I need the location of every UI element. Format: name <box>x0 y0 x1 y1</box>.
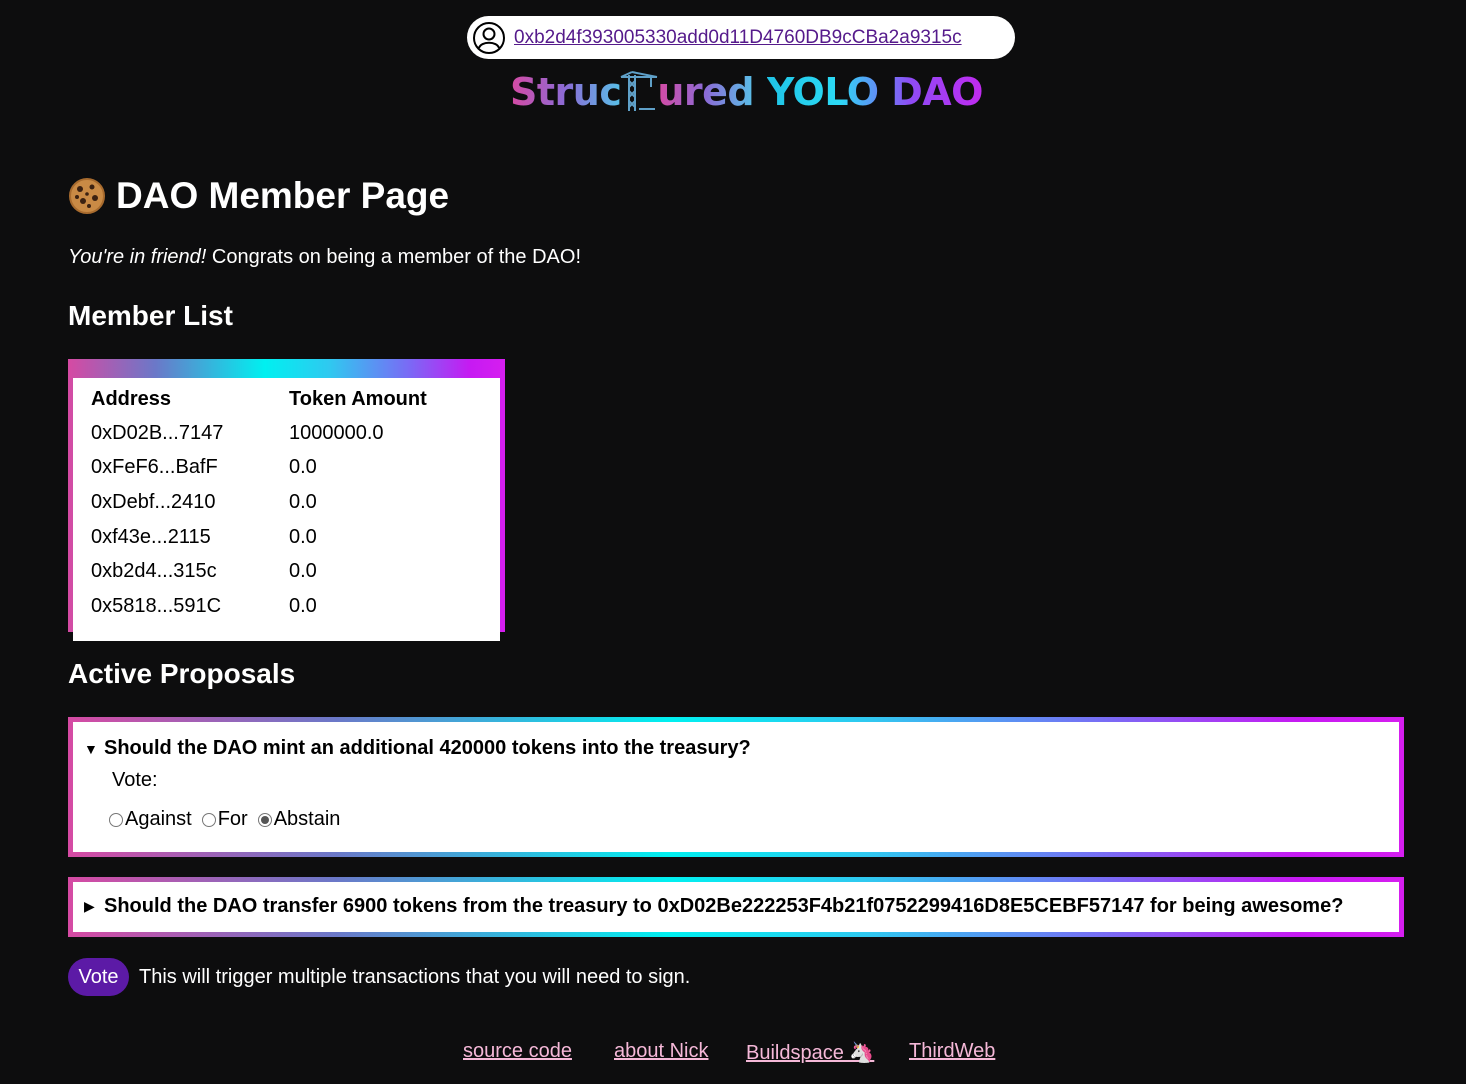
user-avatar-icon <box>472 21 506 55</box>
option-against[interactable]: Against <box>109 808 192 831</box>
option-for-label: For <box>217 808 248 830</box>
table-row: 0xDebf...2410 0.0 <box>87 485 485 520</box>
vote-label: Vote: <box>112 769 158 791</box>
proposal-title-1: Should the DAO mint an additional 420000… <box>104 737 751 759</box>
member-token-amount: 0.0 <box>289 456 317 479</box>
wallet-pill[interactable]: 0xb2d4f393005330add0d11D4760DB9cCBa2a931… <box>467 16 1015 59</box>
footer-link-about-nick[interactable]: about Nick <box>614 1040 709 1063</box>
member-table-header: Address Token Amount <box>87 378 485 416</box>
member-token-amount: 0.0 <box>289 594 317 617</box>
proposal-title-2: Should the DAO transfer 6900 tokens from… <box>104 895 1344 917</box>
member-list-heading: Member List <box>68 300 233 331</box>
cookie-icon <box>68 177 106 215</box>
member-list-card: Address Token Amount 0xD02B...7147 10000… <box>68 359 505 641</box>
option-abstain[interactable]: Abstain <box>257 808 341 831</box>
column-header-token-amount: Token Amount <box>289 387 427 410</box>
intro-emphasis: You're in friend! <box>68 246 207 268</box>
intro-text: You're in friend! Congrats on being a me… <box>68 246 581 269</box>
table-row: 0xD02B...7147 1000000.0 <box>87 416 485 451</box>
member-address: 0x5818...591C <box>91 594 222 617</box>
member-token-amount: 0.0 <box>289 560 317 583</box>
proposal-card-1: ▼ Should the DAO mint an additional 4200… <box>68 717 1404 857</box>
member-token-amount: 0.0 <box>289 490 317 513</box>
table-row: 0xb2d4...315c 0.0 <box>87 554 485 589</box>
vote-options: Against For Abstain <box>109 808 1399 831</box>
radio-abstain[interactable] <box>257 812 272 827</box>
member-token-amount: 1000000.0 <box>289 421 384 444</box>
footer-link-thirdweb[interactable]: ThirdWeb <box>909 1040 995 1063</box>
site-logo: Struc ured YOLO DAO <box>510 68 984 116</box>
table-row: 0x5818...591C 0.0 <box>87 589 485 624</box>
wallet-address-link[interactable]: 0xb2d4f393005330add0d11D4760DB9cCBa2a931… <box>514 27 962 49</box>
crane-icon <box>619 71 659 113</box>
triangle-down-icon: ▼ <box>84 740 98 757</box>
active-proposals-heading: Active Proposals <box>68 658 296 689</box>
page-title: DAO Member Page <box>68 172 449 220</box>
footer-link-source-code[interactable]: source code <box>463 1040 572 1063</box>
page-title-text: DAO Member Page <box>116 175 450 216</box>
member-address: 0xb2d4...315c <box>91 560 217 583</box>
radio-for[interactable] <box>201 812 216 827</box>
logo-text-part3: YOLO DAO <box>766 70 984 114</box>
option-for[interactable]: For <box>201 808 248 831</box>
triangle-right-icon: ▶ <box>84 898 95 914</box>
option-abstain-label: Abstain <box>273 808 341 830</box>
proposal-summary-1[interactable]: ▼ Should the DAO mint an additional 4200… <box>84 737 1399 760</box>
option-against-label: Against <box>125 808 192 830</box>
member-address: 0xDebf...2410 <box>91 490 216 513</box>
table-row: 0xf43e...2115 0.0 <box>87 520 485 555</box>
vote-note: This will trigger multiple transactions … <box>139 965 691 988</box>
footer-link-buildspace[interactable]: Buildspace 🦄 <box>746 1040 874 1065</box>
logo-text-part2: ured <box>657 70 755 114</box>
member-address: 0xFeF6...BafF <box>91 456 218 479</box>
member-address: 0xD02B...7147 <box>91 421 224 444</box>
member-address: 0xf43e...2115 <box>91 525 211 548</box>
intro-rest: Congrats on being a member of the DAO! <box>206 246 581 268</box>
vote-button[interactable]: Vote <box>68 958 129 996</box>
column-header-address: Address <box>91 387 172 410</box>
member-token-amount: 0.0 <box>289 525 317 548</box>
member-table: Address Token Amount 0xD02B...7147 10000… <box>87 378 485 624</box>
vote-row: Vote This will trigger multiple transact… <box>68 958 690 996</box>
table-row: 0xFeF6...BafF 0.0 <box>87 451 485 486</box>
radio-against[interactable] <box>109 812 123 827</box>
proposal-summary-2[interactable]: ▶ Should the DAO transfer 6900 tokens fr… <box>84 895 1399 918</box>
logo-text-part1: Struc <box>510 70 622 114</box>
proposal-card-2: ▶ Should the DAO transfer 6900 tokens fr… <box>68 877 1404 937</box>
